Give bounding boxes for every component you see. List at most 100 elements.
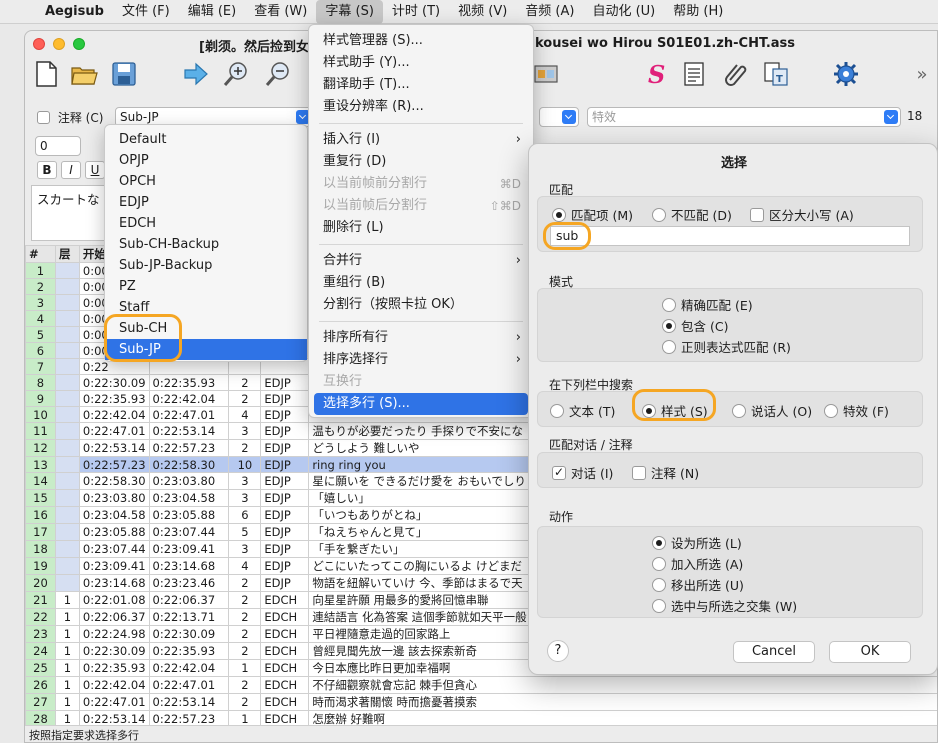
margin-value[interactable]: 18 [907,109,922,123]
action-add-radio[interactable]: 加入所选 (A) [652,554,743,573]
radio-button[interactable] [652,598,666,613]
menu-item-duplicate-lines[interactable]: 重复行 (D) [309,151,533,173]
new-file-icon[interactable] [31,59,61,89]
radio-button[interactable] [552,207,566,222]
search-input[interactable]: sub [550,226,910,246]
table-row[interactable]: 26 1 0:22:42.04 0:22:47.01 2 EDCH 不仔細觀察就會忘記 棘手… [25,676,937,694]
field-effect-radio[interactable]: 特效 (F) [824,401,889,420]
help-button[interactable]: ? [547,640,569,662]
menu-item-styling-assistant[interactable]: 样式助手 (Y)... [309,52,533,74]
radio-button[interactable] [662,297,676,312]
style-option-edjp[interactable]: EDJP [105,192,307,213]
menu-help[interactable]: 帮助 (H) [664,0,732,24]
row-cps-cell: 2 [228,574,262,592]
radio-button[interactable] [652,535,666,550]
radio-button[interactable] [732,403,746,418]
zoom-in-icon[interactable] [221,59,251,89]
row-number-cell: 2 [25,278,56,295]
case-sensitive-checkbox[interactable]: 区分大小写 (A) [750,205,854,224]
comments-checkbox[interactable]: 注释 (N) [632,463,699,482]
comment-checkbox-row[interactable]: 注释 (C) [37,109,103,126]
save-file-icon[interactable] [109,59,139,89]
attachments-icon[interactable] [721,59,751,89]
menu-item-recombine-lines[interactable]: 重组行 (B) [309,272,533,294]
highlight-ring-search-input [543,222,591,250]
menu-item-sort-all-lines[interactable]: 排序所有行 › [309,327,533,349]
radio-button[interactable] [662,318,676,333]
underline-button[interactable]: U [85,161,105,179]
styles-manager-icon[interactable]: S [641,59,671,89]
column-header-number[interactable]: # [25,245,56,263]
style-option-sub-jp-backup[interactable]: Sub-JP-Backup [105,255,307,276]
italic-button[interactable]: I [61,161,81,179]
menu-item-styles-manager[interactable]: 样式管理器 (S)... [309,30,533,52]
translation-assistant-icon[interactable]: T [761,59,791,89]
zoom-out-icon[interactable] [263,59,293,89]
table-row[interactable]: 27 1 0:22:47.01 0:22:53.14 2 EDCH 時而渴求著關懷 時而擔憂… [25,693,937,711]
menu-edit[interactable]: 编辑 (E) [179,0,246,24]
zoom-window-button[interactable] [73,38,85,50]
mode-regex-radio[interactable]: 正则表达式匹配 (R) [662,337,791,356]
field-actor-radio[interactable]: 说话人 (O) [732,401,812,420]
radio-button[interactable] [652,556,666,571]
row-number-cell: 28 [25,710,56,725]
checkbox[interactable] [750,207,764,222]
menu-timing[interactable]: 计时 (T) [383,0,449,24]
style-option-default[interactable]: Default [105,129,307,150]
menu-item-split-karaoke[interactable]: 分割行（按照卡拉 OK） [309,294,533,316]
radio-button[interactable] [824,403,838,418]
close-window-button[interactable] [33,38,45,50]
checkbox[interactable] [552,465,566,480]
cancel-button[interactable]: Cancel [733,641,815,663]
menu-item-delete-lines[interactable]: 删除行 (L) [309,217,533,239]
comment-checkbox[interactable] [37,111,50,124]
menu-video[interactable]: 视频 (V) [449,0,516,24]
style-option-pz[interactable]: PZ [105,276,307,297]
mode-exact-radio[interactable]: 精确匹配 (E) [662,295,753,314]
action-set-radio[interactable]: 设为所选 (L) [652,533,742,552]
menu-view[interactable]: 查看 (W) [245,0,316,24]
menu-app[interactable]: Aegisub [36,0,113,24]
menu-subtitle[interactable]: 字幕 (S) [316,0,383,24]
menu-audio[interactable]: 音频 (A) [516,0,583,24]
action-intersect-radio[interactable]: 选中与所选之交集 (W) [652,596,797,615]
properties-sheet-icon[interactable] [679,59,709,89]
menu-item-split-after-frame: 以当前帧后分割行 ⇧⌘D [323,198,521,213]
menu-automation[interactable]: 自动化 (U) [583,0,664,24]
video-filmstrip-icon[interactable] [531,59,561,89]
mode-contains-radio[interactable]: 包含 (C) [662,316,728,335]
match-not-radio[interactable]: 不匹配 (D) [652,205,732,224]
radio-button[interactable] [662,339,676,354]
style-option-opjp[interactable]: OPJP [105,150,307,171]
menu-item-sort-selected-lines[interactable]: 排序选择行 › [309,349,533,371]
radio-button[interactable] [652,577,666,592]
dialogue-checkbox[interactable]: 对话 (I) [552,463,613,482]
bold-button[interactable]: B [37,161,57,179]
toolbar-overflow-icon[interactable]: » [911,59,933,89]
style-option-opch[interactable]: OPCH [105,171,307,192]
menu-item-resample-resolution[interactable]: 重设分辨率 (R)... [309,96,533,118]
style-option-edch[interactable]: EDCH [105,213,307,234]
menu-file[interactable]: 文件 (F) [113,0,179,24]
style-option-sub-ch-backup[interactable]: Sub-CH-Backup [105,234,307,255]
layer-spinner[interactable]: 0 [35,136,81,156]
automation-gear-icon[interactable] [831,59,861,89]
checkbox[interactable] [632,465,646,480]
radio-button[interactable] [550,403,564,418]
row-end-cell: 0:22:30.09 [148,625,230,643]
effect-select[interactable]: 特效 [587,107,901,127]
ok-button[interactable]: OK [829,641,911,663]
menu-item-join-lines[interactable]: 合并行 › [309,250,533,272]
jump-arrow-icon[interactable] [181,59,211,89]
menu-item-select-lines[interactable]: 选择多行 (S)... [314,393,528,415]
menu-item-insert-lines[interactable]: 插入行 (I) › [309,129,533,151]
minimize-window-button[interactable] [53,38,65,50]
action-remove-radio[interactable]: 移出所选 (U) [652,575,744,594]
table-row[interactable]: 28 1 0:22:53.14 0:22:57.23 1 EDCH 怎麼辦 好難啊 [25,710,937,725]
radio-button[interactable] [652,207,666,222]
column-header-layer[interactable]: 层 [54,245,80,263]
menu-item-translation-assistant[interactable]: 翻译助手 (T)... [309,74,533,96]
field-text-radio[interactable]: 文本 (T) [550,401,615,420]
open-file-icon[interactable] [69,59,99,89]
actor-select[interactable] [539,107,579,127]
